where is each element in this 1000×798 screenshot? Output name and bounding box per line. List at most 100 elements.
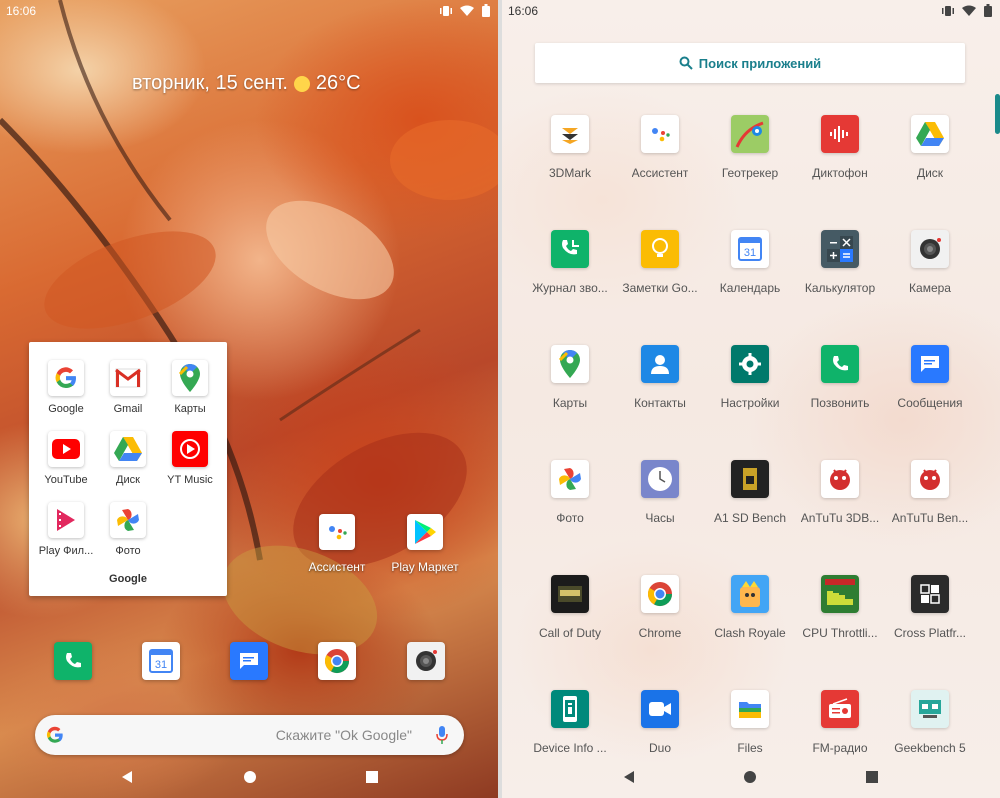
app-settings[interactable]: Настройки	[705, 345, 795, 460]
app-contacts[interactable]: Контакты	[615, 345, 705, 460]
app-drive[interactable]: Диск	[885, 115, 975, 230]
cpu-throttling-icon	[821, 575, 859, 613]
app-label: Настройки	[720, 396, 780, 410]
app-chrome[interactable]: Chrome	[615, 575, 705, 690]
app-messages[interactable]: Сообщения	[885, 345, 975, 460]
messages-icon[interactable]	[230, 642, 268, 680]
back-icon[interactable]	[622, 770, 636, 784]
status-bar: 16:06	[502, 0, 1000, 22]
app-label: Device Info ...	[533, 741, 607, 755]
app-geotracker[interactable]: Геотрекер	[705, 115, 795, 230]
microphone-icon[interactable]	[436, 726, 448, 744]
dock: 31	[0, 642, 498, 680]
wifi-icon	[962, 5, 976, 16]
app-cpu-throttling[interactable]: CPU Throttli...	[795, 575, 885, 690]
phone-icon[interactable]	[54, 642, 92, 680]
app-keep[interactable]: Заметки Go...	[615, 230, 705, 345]
app-label: Камера	[909, 281, 951, 295]
cross-platform-icon	[911, 575, 949, 613]
app-a1-sd-bench[interactable]: A1 SD Bench	[705, 460, 795, 575]
app-assistant[interactable]: Ассистент	[615, 115, 705, 230]
app-label: CPU Throttli...	[802, 626, 878, 640]
folder-app-youtube[interactable]: YouTube	[35, 431, 97, 502]
home-app-assistant[interactable]: Ассистент	[292, 514, 382, 574]
app-label: Журнал зво...	[532, 281, 608, 295]
folder-app-maps[interactable]: Карты	[159, 360, 221, 431]
clash-royale-icon	[731, 575, 769, 613]
camera-icon	[911, 230, 949, 268]
app-clock[interactable]: Часы	[615, 460, 705, 575]
app-calculator[interactable]: Калькулятор	[795, 230, 885, 345]
fm-radio-icon	[821, 690, 859, 728]
app-label: Диктофон	[812, 166, 868, 180]
app-label: A1 SD Bench	[713, 511, 787, 525]
app-antutu-3d[interactable]: AnTuTu 3DB...	[795, 460, 885, 575]
app-label: Фото	[556, 511, 584, 525]
home-icon[interactable]	[743, 770, 757, 784]
geotracker-icon	[731, 115, 769, 153]
app-label: Play Фил...	[38, 545, 94, 557]
app-call-of-duty[interactable]: Call of Duty	[525, 575, 615, 690]
drive-icon	[911, 115, 949, 153]
folder-app-google[interactable]: Google	[35, 360, 97, 431]
folder-app-gmail[interactable]: Gmail	[97, 360, 159, 431]
app-label: Карты	[552, 396, 588, 410]
folder-app-yt-music[interactable]: YT Music	[159, 431, 221, 502]
status-bar: 16:06	[0, 0, 498, 22]
app-calendar[interactable]: 31 Календарь	[705, 230, 795, 345]
app-label: Диск	[116, 474, 140, 486]
antutu-icon	[911, 460, 949, 498]
photos-icon	[551, 460, 589, 498]
app-camera[interactable]: Камера	[885, 230, 975, 345]
weather-widget[interactable]: вторник, 15 сент. 26°C	[132, 72, 361, 95]
app-photos[interactable]: Фото	[525, 460, 615, 575]
app-label: 3DMark	[548, 166, 591, 180]
vibrate-icon	[440, 5, 452, 16]
google-search-bar[interactable]: Скажите "Ok Google"	[35, 715, 464, 755]
play-store-icon	[407, 514, 443, 550]
folder-app-play-movies[interactable]: Play Фил...	[35, 502, 97, 573]
app-call-log[interactable]: Журнал зво...	[525, 230, 615, 345]
phone-icon	[821, 345, 859, 383]
app-label: Google	[48, 403, 84, 415]
app-label: Clash Royale	[714, 626, 786, 640]
app-search-bar[interactable]: Поиск приложений	[535, 43, 965, 83]
home-app-play-store[interactable]: Play Маркет	[380, 514, 470, 574]
app-phone[interactable]: Позвонить	[795, 345, 885, 460]
play-movies-icon	[48, 502, 84, 538]
duo-icon	[641, 690, 679, 728]
app-label: AnTuTu 3DB...	[800, 511, 880, 525]
status-time: 16:06	[508, 4, 539, 18]
app-label: Call of Duty	[538, 626, 602, 640]
app-3dmark[interactable]: 3DMark	[525, 115, 615, 230]
assistant-icon	[641, 115, 679, 153]
folder-title[interactable]: Google	[29, 573, 227, 585]
call-log-icon	[551, 230, 589, 268]
app-clash-royale[interactable]: Clash Royale	[705, 575, 795, 690]
folder-app-photos[interactable]: Фото	[97, 502, 159, 573]
clock-icon	[641, 460, 679, 498]
home-icon[interactable]	[243, 770, 257, 784]
drive-icon	[110, 431, 146, 467]
app-maps[interactable]: Карты	[525, 345, 615, 460]
app-antutu[interactable]: AnTuTu Ben...	[885, 460, 975, 575]
back-icon[interactable]	[120, 770, 134, 784]
camera-icon[interactable]	[407, 642, 445, 680]
search-icon	[679, 56, 693, 70]
battery-icon	[482, 4, 490, 17]
app-label: Gmail	[113, 403, 143, 415]
device-info-icon	[551, 690, 589, 728]
app-label: Ассистент	[308, 560, 366, 574]
navigation-bar	[502, 762, 1000, 792]
calendar-icon[interactable]: 31	[142, 642, 180, 680]
app-label: Геотрекер	[721, 166, 779, 180]
chrome-icon[interactable]	[318, 642, 356, 680]
folder-app-drive[interactable]: Диск	[97, 431, 159, 502]
app-recorder[interactable]: Диктофон	[795, 115, 885, 230]
google-g-icon	[46, 726, 63, 743]
a1-sd-bench-icon	[731, 460, 769, 498]
recents-icon[interactable]	[365, 770, 379, 784]
recents-icon[interactable]	[865, 770, 879, 784]
scrollbar[interactable]	[995, 94, 1000, 134]
app-cross-platform[interactable]: Cross Platfr...	[885, 575, 975, 690]
